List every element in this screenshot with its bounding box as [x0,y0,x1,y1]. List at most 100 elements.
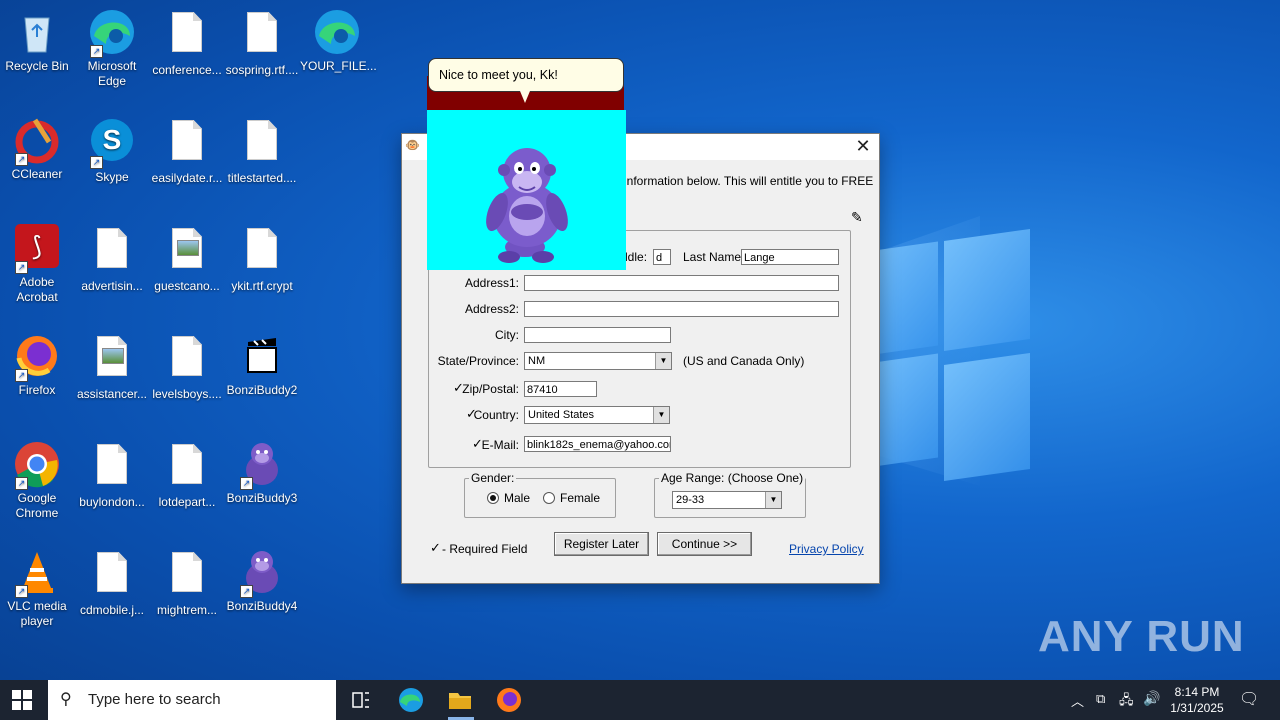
desktop-icon-file[interactable]: easilydate.r... [150,116,224,186]
gender-male-radio[interactable] [487,492,499,504]
continue-button[interactable]: Continue >> [657,532,752,556]
desktop-icon-microsoft-edge[interactable]: ↗ Microsoft Edge [75,8,149,89]
clock[interactable]: 8:14 PM 1/31/2025 [1166,684,1228,716]
chevron-down-icon[interactable]: ▼ [655,353,671,369]
adobe-acrobat-icon: ⟆ ↗ [13,224,61,274]
age-range-group: Age Range: (Choose One) 29-33 ▼ [654,471,806,518]
state-dropdown[interactable]: NM ▼ [524,352,672,370]
desktop-icon-file[interactable]: guestcano... [150,224,224,294]
address1-label: Address1: [464,276,519,290]
country-label: Country: [473,408,519,422]
recycle-bin-icon [13,8,61,56]
anyrun-watermark: ANY RUN [1038,612,1245,661]
desktop-icon-vlc[interactable]: ↗ VLC media player [0,548,74,629]
desktop-icon-file[interactable]: sospring.rtf.... [225,8,299,78]
desktop-icon-file[interactable]: levelsboys.... [150,332,224,402]
email-label: E-Mail: [481,438,519,452]
notification-icon[interactable]: 🗨 [1239,689,1259,709]
intro-text: information below. This will entitle you… [624,174,874,188]
windows-start-icon[interactable] [12,690,32,715]
search-placeholder: Type here to search [88,691,221,708]
chevron-down-icon[interactable]: ▼ [653,407,669,423]
image-file-icon [163,228,211,276]
bonzi-gorilla-icon[interactable] [427,110,626,270]
desktop-icon-file[interactable]: assistancer... [75,332,149,402]
desktop-icon-file[interactable]: lotdepart... [150,440,224,510]
desktop-icon-file[interactable]: cdmobile.j... [75,548,149,618]
gender-group: Gender: Male Female [464,471,616,518]
desktop-icon-file[interactable]: titlestarted.... [225,116,299,186]
state-note: (US and Canada Only) [683,354,805,368]
age-range-dropdown[interactable]: 29-33 ▼ [672,491,782,509]
desktop-icon-skype[interactable]: S ↗ Skype [75,116,149,185]
state-label: State/Province: [437,354,519,368]
edge-icon [313,8,361,56]
network-icon[interactable]: 🖧 [1119,691,1134,713]
document-icon [88,552,136,600]
file-explorer-icon[interactable] [446,686,474,714]
required-check-icon: ✓ [430,540,441,555]
zip-field[interactable]: 87410 [524,381,597,397]
chevron-up-icon[interactable]: ︿ [1071,691,1084,710]
document-icon [163,444,211,492]
firefox-taskbar-icon[interactable] [495,686,523,714]
gender-female-radio[interactable] [543,492,555,504]
chrome-icon: ↗ [13,440,61,490]
document-icon [238,12,286,60]
network-adapter-icon[interactable]: ⧉ [1096,691,1105,707]
task-view-icon[interactable] [347,686,375,714]
desktop-icon-recycle-bin[interactable]: Recycle Bin [0,8,74,74]
vlc-cone-icon: ↗ [13,548,61,598]
chevron-down-icon[interactable]: ▼ [765,492,781,508]
required-field-note: - Required Field [442,542,528,556]
email-field[interactable]: blink182s_enema@yahoo.com [524,436,671,452]
skype-icon: S ↗ [88,119,136,169]
volume-icon[interactable]: 🔊 [1143,690,1160,707]
desktop-icon-adobe-acrobat[interactable]: ⟆ ↗ Adobe Acrobat [0,224,74,305]
country-dropdown[interactable]: United States ▼ [524,406,670,424]
edge-taskbar-icon[interactable] [397,686,425,714]
document-icon [88,228,136,276]
bonzi-speech-bubble: Nice to meet you, Kk! [428,58,624,92]
close-icon[interactable]: ✕ [853,136,873,156]
document-icon [238,228,286,276]
taskbar: ⚲ Type here to search ︿ ⧉ 🖧 🔊 8:14 PM 1/… [0,680,1280,720]
taskbar-search-box[interactable]: ⚲ Type here to search [48,680,336,720]
last-name-field[interactable]: Lange [741,249,839,265]
middle-initial-field[interactable]: d [653,249,671,265]
last-name-label: Last Name: [683,250,745,264]
windows-logo-wallpaper [860,228,1030,482]
desktop-icon-file[interactable]: buylondon... [75,440,149,510]
desktop-icon-file[interactable]: conference... [150,8,224,78]
firefox-icon: ↗ [13,332,61,382]
document-icon [88,444,136,492]
desktop-icon-bonzibuddy4[interactable]: ↗ BonziBuddy4 [225,548,299,614]
address1-field[interactable] [524,275,839,291]
clapperboard-icon [238,332,286,380]
address2-field[interactable] [524,301,839,317]
register-later-button[interactable]: Register Later [554,532,649,556]
gender-female-label: Female [560,491,601,505]
desktop-icon-bonzibuddy2[interactable]: BonziBuddy2 [225,332,299,398]
desktop-icon-bonzibuddy3[interactable]: ↗ BonziBuddy3 [225,440,299,506]
desktop-icon-ccleaner[interactable]: ↗ CCleaner [0,116,74,182]
document-icon [163,12,211,60]
document-icon [163,552,211,600]
desktop-icon-edge-file[interactable]: YOUR_FILE... [300,8,377,74]
desktop-icon-google-chrome[interactable]: ↗ Google Chrome [0,440,74,521]
desktop-icon-firefox[interactable]: ↗ Firefox [0,332,74,398]
city-label: City: [495,328,519,342]
city-field[interactable] [524,327,671,343]
desktop-icon-file[interactable]: mightrem... [150,548,224,618]
bonzi-app-icon: 🐵 [405,138,420,152]
zip-label: Zip/Postal: [462,382,519,396]
privacy-policy-link[interactable]: Privacy Policy [789,542,864,556]
search-icon: ⚲ [60,691,72,708]
gender-male-label: Male [504,491,531,505]
image-file-icon [88,336,136,384]
document-icon [163,120,211,168]
desktop-icon-file[interactable]: advertisin... [75,224,149,294]
document-icon [238,120,286,168]
edge-icon: ↗ [88,8,136,58]
desktop-icon-file[interactable]: ykit.rtf.crypt [225,224,299,294]
